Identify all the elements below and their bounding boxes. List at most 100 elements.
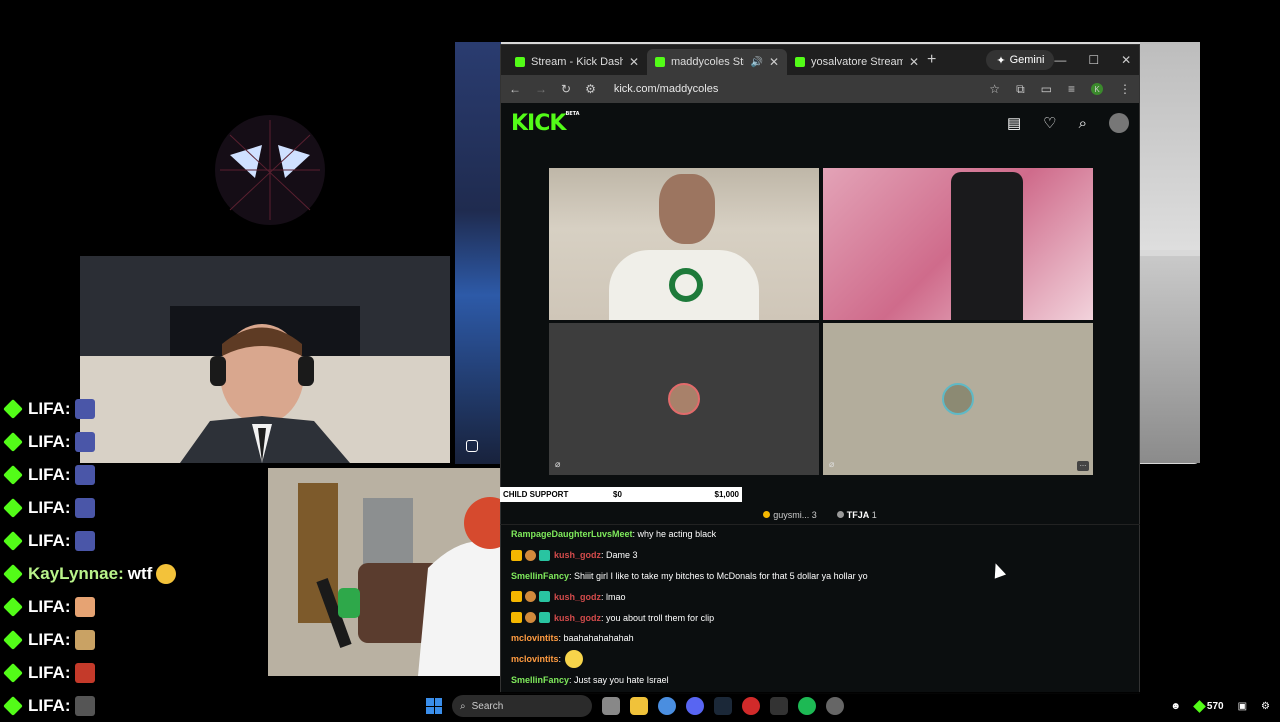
site-info-icon[interactable]: ⚙ xyxy=(585,82,596,96)
chat-leaderboard: guysmi... 3 TFJA 1 xyxy=(500,505,1140,525)
file-explorer-icon[interactable] xyxy=(630,697,648,715)
kick-gem-icon xyxy=(3,464,23,485)
emote-icon xyxy=(74,596,95,617)
gift-badge-icon xyxy=(539,549,550,561)
channel-points[interactable]: 570 xyxy=(1193,699,1224,713)
coin-icon xyxy=(763,510,771,518)
goal-label: CHILD SUPPORT xyxy=(503,490,569,499)
emote-icon xyxy=(74,662,95,683)
video-tile-guest-4: ⌀… xyxy=(823,323,1093,475)
tab-yosalvatore[interactable]: yosalvatore Stream - Wa ✕ xyxy=(787,49,927,75)
profile-avatar[interactable]: K xyxy=(1091,83,1103,95)
kick-favicon-icon xyxy=(655,57,665,67)
gemini-sparkle-icon: ✦ xyxy=(996,54,1006,67)
tab-kick-dashboard[interactable]: Stream - Kick Dashboard ✕ xyxy=(507,49,647,75)
more-options-icon[interactable]: … xyxy=(1077,461,1089,471)
gemini-button[interactable]: ✦ Gemini xyxy=(986,50,1055,70)
chat-message: RampageDaughterLuvsMeet: why he acting b… xyxy=(511,524,1132,545)
chat-message: SmellinFancy: Shiiit girl I like to take… xyxy=(511,566,1132,587)
bookmark-star-icon[interactable]: ☆ xyxy=(989,82,1000,96)
stream-video-player[interactable]: ⌀ ⌀… xyxy=(501,143,1139,495)
chrome-icon[interactable] xyxy=(658,697,676,715)
chat-username[interactable]: kush_godz xyxy=(554,592,601,602)
tab-label: maddycoles Stream - xyxy=(671,56,744,68)
url-field[interactable]: kick.com/maddycoles xyxy=(614,83,975,95)
emote-icon xyxy=(74,497,95,518)
close-tab-icon[interactable]: ✕ xyxy=(909,55,919,69)
spotify-icon[interactable] xyxy=(798,697,816,715)
mute-camera-icon xyxy=(466,440,478,452)
alert-line: KayLynnae: wtf xyxy=(3,557,206,590)
close-window-icon[interactable]: ✕ xyxy=(1121,53,1131,67)
goal-current: $0 xyxy=(613,490,622,499)
emoji-picker-icon[interactable]: ☻ xyxy=(1170,701,1181,712)
minimize-icon[interactable]: — xyxy=(1054,53,1066,67)
points-value: 570 xyxy=(1206,700,1224,712)
chat-username[interactable]: mclovintits xyxy=(511,654,559,664)
chat-username[interactable]: SmellinFancy xyxy=(511,571,569,581)
back-icon[interactable]: ← xyxy=(509,82,521,96)
chat-text: : baahahahahahah xyxy=(558,633,634,644)
chat-text: : Dame 3 xyxy=(601,550,638,561)
alert-username: LIFA: xyxy=(28,695,71,715)
alert-username: LIFA: xyxy=(28,398,71,418)
kick-logo[interactable]: KICKBETA xyxy=(511,111,580,136)
kick-gem-icon xyxy=(3,563,23,584)
taskbar-search-label: Search xyxy=(471,700,504,712)
speaker-icon[interactable]: 🔊 xyxy=(750,57,762,68)
alert-line: LIFA: xyxy=(3,491,206,524)
forward-icon[interactable]: → xyxy=(535,82,547,96)
taskbar-search[interactable]: ⌕ Search xyxy=(452,695,592,717)
laughing-emoji-icon xyxy=(156,563,177,584)
top-gifter[interactable]: guysmi... 3 xyxy=(763,510,817,520)
webcam-gamer xyxy=(268,468,502,676)
menu-kebab-icon[interactable]: ⋮ xyxy=(1119,82,1131,96)
media-icon[interactable]: ≡ xyxy=(1068,82,1075,96)
maximize-icon[interactable]: ☐ xyxy=(1088,53,1099,67)
gifter-name: TFJA xyxy=(846,509,870,520)
chat-username[interactable]: SmellinFancy xyxy=(511,675,569,685)
points-gem-icon xyxy=(1193,699,1206,713)
following-heart-icon[interactable]: ♡ xyxy=(1043,114,1056,132)
epic-games-icon[interactable] xyxy=(770,697,788,715)
spiderman-mask-image xyxy=(200,110,340,230)
alert-username: LIFA: xyxy=(28,431,71,451)
pizza-badge-icon xyxy=(525,549,536,561)
reload-icon[interactable]: ↻ xyxy=(561,82,571,96)
close-tab-icon[interactable]: ✕ xyxy=(769,55,779,69)
emote-icon xyxy=(74,431,95,452)
tab-label: yosalvatore Stream - Wa xyxy=(811,56,903,68)
cast-icon[interactable]: ▭ xyxy=(1041,82,1052,96)
discord-icon[interactable] xyxy=(686,697,704,715)
settings-gear-icon[interactable]: ⚙ xyxy=(1261,701,1270,712)
video-tile-guest-1 xyxy=(549,168,819,320)
chat-message: kush_godz: lmao xyxy=(511,586,1132,607)
extensions-icon[interactable]: ⧉ xyxy=(1016,82,1025,97)
user-avatar[interactable] xyxy=(1109,113,1129,133)
windows-start-icon[interactable] xyxy=(426,698,442,714)
top-gifter[interactable]: TFJA 1 xyxy=(836,509,877,520)
crown-badge-icon xyxy=(511,612,522,624)
obs-icon[interactable] xyxy=(826,697,844,715)
steam-icon[interactable] xyxy=(714,697,732,715)
chat-username[interactable]: kush_godz xyxy=(554,550,601,560)
chat-username[interactable]: kush_godz xyxy=(554,613,601,623)
search-icon[interactable]: ⌕ xyxy=(1079,115,1087,132)
chat-username[interactable]: mclovintits xyxy=(511,633,559,643)
close-tab-icon[interactable]: ✕ xyxy=(629,55,639,69)
emote-icon xyxy=(74,464,95,485)
gift-icon[interactable]: ▣ xyxy=(1238,701,1247,712)
chat-username[interactable]: RampageDaughterLuvsMeet xyxy=(511,529,633,539)
alert-username: LIFA: xyxy=(28,662,71,682)
browse-icon[interactable]: ▤ xyxy=(1007,114,1021,132)
address-bar: ← → ↻ ⚙ kick.com/maddycoles ☆ ⧉ ▭ ≡ K ⋮ xyxy=(501,75,1139,103)
task-view-icon[interactable] xyxy=(602,697,620,715)
alert-username: LIFA: xyxy=(28,530,71,550)
alert-message: wtf xyxy=(127,563,153,583)
opera-icon[interactable] xyxy=(742,697,760,715)
gifter-count: 1 xyxy=(871,509,877,520)
new-tab-button[interactable]: + xyxy=(927,51,936,69)
alert-username: LIFA: xyxy=(28,596,71,616)
tab-maddycoles[interactable]: maddycoles Stream - 🔊 ✕ xyxy=(647,49,787,75)
kick-gem-icon xyxy=(3,398,23,419)
